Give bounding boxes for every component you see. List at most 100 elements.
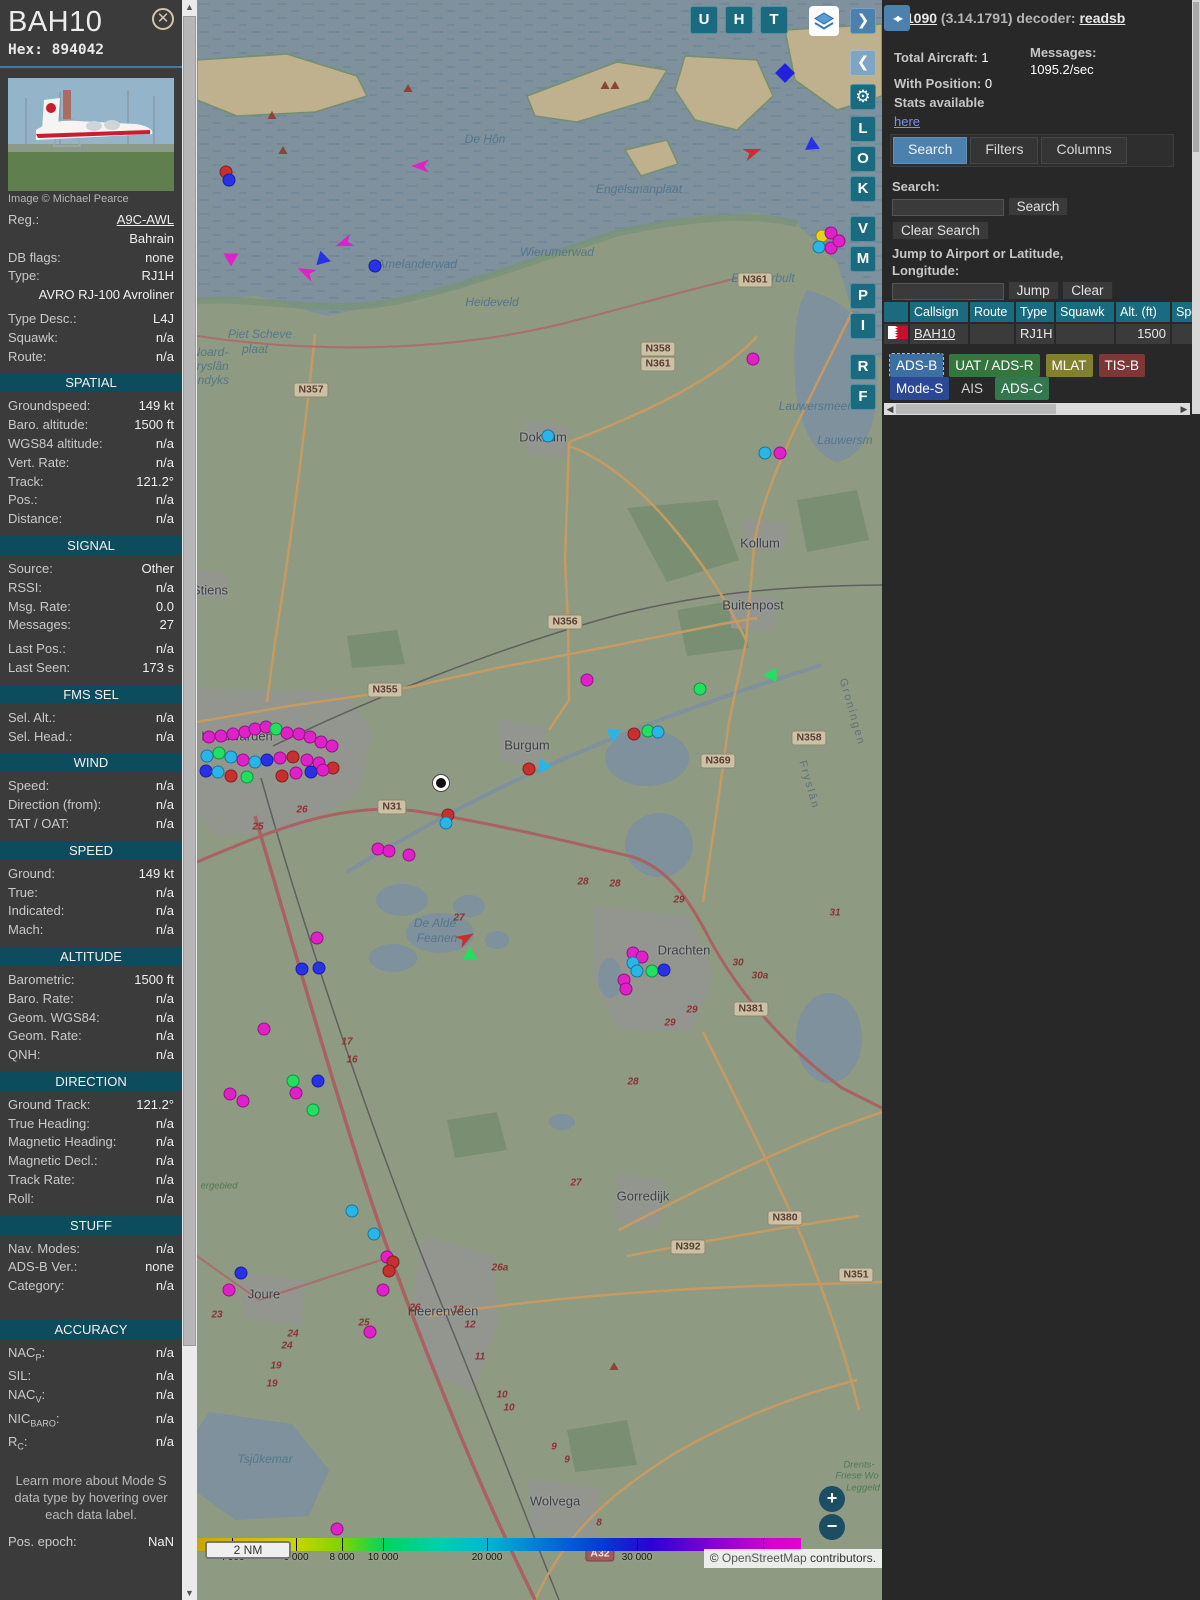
search-button[interactable]: Search (1007, 197, 1069, 216)
aircraft-marker[interactable] (306, 1103, 320, 1117)
aircraft-marker[interactable] (345, 1204, 359, 1218)
stats-here-link[interactable]: here (894, 114, 920, 129)
map-canvas[interactable]: De Hôn Engelsmanplaat Wierumerwad Amelander… (197, 0, 882, 1600)
aircraft-marker[interactable] (382, 1264, 396, 1278)
aircraft-marker[interactable] (275, 769, 289, 783)
aircraft-marker[interactable] (310, 931, 324, 945)
selected-aircraft-marker[interactable] (433, 775, 449, 791)
vscroll-thumb[interactable] (1193, 2, 1199, 152)
aircraft-marker[interactable] (316, 763, 330, 777)
zoom-out-button[interactable]: − (819, 1514, 845, 1540)
jump-input[interactable] (892, 283, 1004, 301)
aircraft-marker[interactable] (222, 1283, 236, 1297)
scrollbar-thumb[interactable] (183, 16, 196, 1346)
collapse-left-icon[interactable]: ❮ (850, 50, 876, 76)
tab-filters[interactable]: Filters (970, 137, 1039, 164)
zoom-in-button[interactable]: + (819, 1486, 845, 1512)
aircraft-marker[interactable] (580, 673, 594, 687)
close-icon[interactable]: ✕ (152, 8, 174, 30)
aircraft-marker[interactable] (758, 446, 772, 460)
map-button-u[interactable]: U (690, 6, 718, 34)
hscroll-thumb[interactable] (896, 404, 1056, 414)
map-button-p[interactable]: P (850, 283, 876, 309)
table-vertical-scrollbar[interactable] (1192, 0, 1200, 414)
table-horizontal-scrollbar[interactable]: ◀ ▶ (884, 403, 1190, 415)
aircraft-marker[interactable] (226, 727, 240, 741)
aircraft-marker[interactable] (295, 962, 309, 976)
aircraft-marker[interactable] (330, 1522, 344, 1536)
map-button-t[interactable]: T (760, 6, 788, 34)
aircraft-marker[interactable] (289, 1086, 303, 1100)
aircraft-marker[interactable] (224, 769, 238, 783)
jump-clear-button[interactable]: Clear (1062, 281, 1113, 301)
badge-uat-ads-r[interactable]: UAT / ADS-R (949, 354, 1040, 377)
aircraft-marker[interactable] (693, 682, 707, 696)
column-header[interactable]: Alt. (ft) (1116, 302, 1170, 322)
aircraft-marker[interactable] (325, 739, 339, 753)
hscroll-left-icon[interactable]: ◀ (884, 403, 896, 415)
hscroll-right-icon[interactable]: ▶ (1178, 403, 1190, 415)
aircraft-marker[interactable] (223, 1087, 237, 1101)
aircraft-marker[interactable] (236, 1094, 250, 1108)
aircraft-marker[interactable] (367, 1227, 381, 1241)
map-button-k[interactable]: K (850, 176, 876, 202)
map-button-l[interactable]: L (850, 116, 876, 142)
panel-collapse-button[interactable]: ◂▸ (884, 5, 910, 31)
scroll-down-icon[interactable]: ▼ (182, 1586, 197, 1600)
data-value[interactable]: A9C-AWL (117, 211, 174, 230)
aircraft-marker[interactable] (541, 429, 555, 443)
aircraft-marker[interactable] (240, 770, 254, 784)
tab-columns[interactable]: Columns (1041, 137, 1127, 164)
aircraft-marker[interactable] (311, 1074, 325, 1088)
scroll-up-icon[interactable]: ▲ (182, 0, 197, 14)
map-button-h[interactable]: H (725, 6, 753, 34)
aircraft-marker[interactable] (645, 964, 659, 978)
map-button-o[interactable]: O (850, 146, 876, 172)
aircraft-marker[interactable] (630, 964, 644, 978)
aircraft-marker[interactable] (376, 1283, 390, 1297)
aircraft-marker[interactable] (368, 259, 382, 273)
aircraft-marker[interactable] (363, 1325, 377, 1339)
clear-search-button[interactable]: Clear Search (892, 221, 989, 241)
column-header[interactable]: Route (970, 302, 1014, 322)
aircraft-marker[interactable] (657, 963, 671, 977)
aircraft-marker[interactable] (439, 816, 453, 830)
badge-mlat[interactable]: MLAT (1045, 354, 1093, 377)
aircraft-marker[interactable] (402, 848, 416, 862)
aircraft-marker[interactable] (214, 729, 228, 743)
aircraft-marker[interactable] (234, 1266, 248, 1280)
column-header[interactable]: Type (1016, 302, 1054, 322)
readsb-link[interactable]: readsb (1079, 10, 1125, 26)
jump-button[interactable]: Jump (1007, 281, 1059, 301)
aircraft-marker[interactable] (248, 755, 262, 769)
aircraft-marker[interactable] (651, 725, 665, 739)
badge-tis-b[interactable]: TIS-B (1098, 354, 1146, 377)
tab-search[interactable]: Search (893, 137, 968, 164)
badge-mode-s[interactable]: Mode-S (890, 377, 950, 400)
column-header[interactable]: Callsign (910, 302, 968, 322)
aircraft-marker[interactable] (236, 753, 250, 767)
badge-ads-b[interactable]: ADS-B (888, 353, 945, 378)
aircraft-marker[interactable] (273, 751, 287, 765)
aircraft-marker[interactable] (312, 961, 326, 975)
map-button-f[interactable]: F (850, 384, 876, 410)
aircraft-marker[interactable] (746, 352, 760, 366)
aircraft-photo[interactable] (8, 78, 174, 191)
aircraft-marker[interactable] (211, 765, 225, 779)
sidebar-scrollbar[interactable]: ▲ ▼ (182, 0, 197, 1600)
map-button-i[interactable]: I (850, 313, 876, 339)
aircraft-marker[interactable] (522, 762, 536, 776)
aircraft-marker[interactable] (286, 1074, 300, 1088)
layers-button[interactable] (809, 6, 839, 36)
table-cell[interactable]: BAH10 (910, 324, 968, 344)
table-row[interactable]: BAH10 RJ1H 1500 (884, 324, 1196, 344)
aircraft-marker[interactable] (289, 766, 303, 780)
aircraft-marker[interactable] (222, 173, 236, 187)
map-button-r[interactable]: R (850, 354, 876, 380)
aircraft-marker[interactable] (202, 730, 216, 744)
aircraft-marker[interactable] (619, 982, 633, 996)
aircraft-marker[interactable] (832, 234, 846, 248)
aircraft-marker[interactable] (260, 753, 274, 767)
aircraft-marker[interactable] (773, 446, 787, 460)
badge-ads-c[interactable]: ADS-C (995, 377, 1050, 400)
